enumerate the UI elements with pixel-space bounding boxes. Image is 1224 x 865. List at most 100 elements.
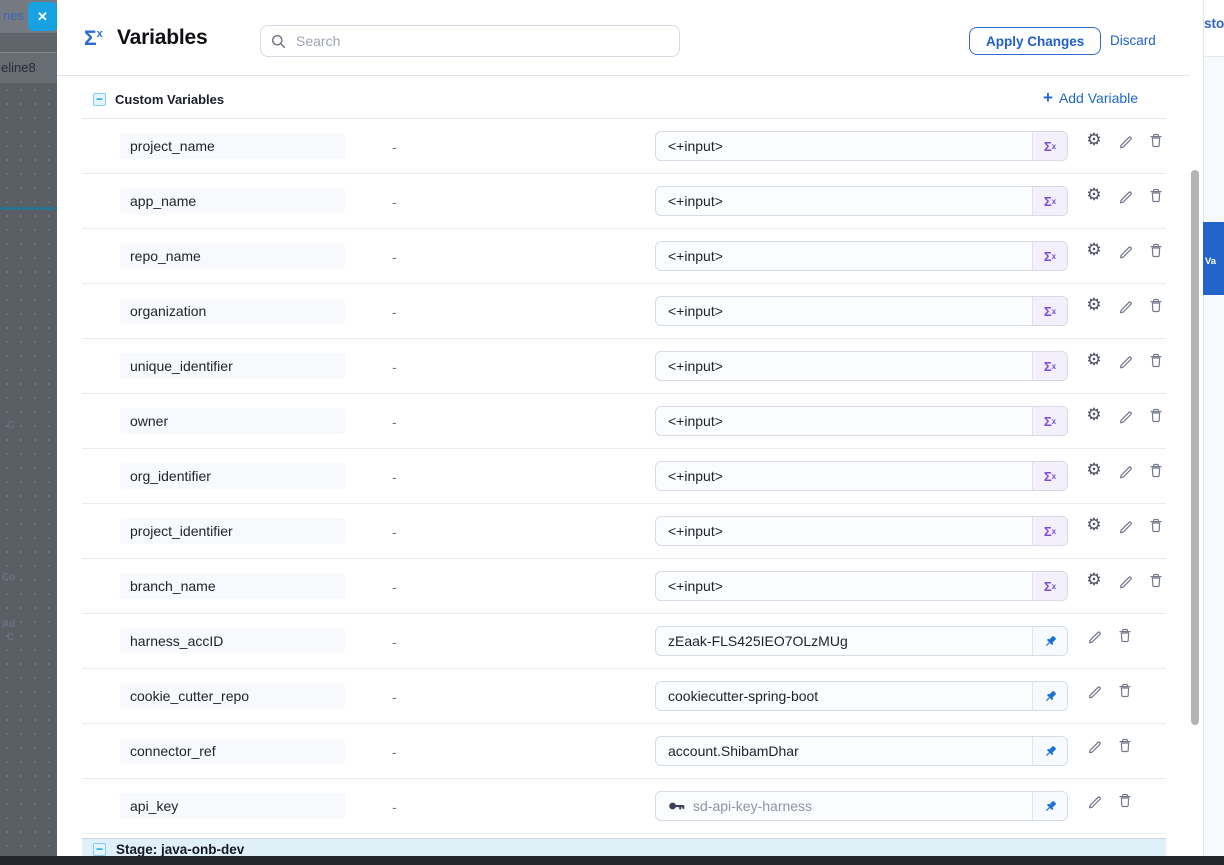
search-input[interactable] [294, 32, 679, 50]
collapse-stage-icon[interactable]: − [93, 843, 106, 856]
discard-button[interactable]: Discard [1110, 33, 1156, 48]
edit-pencil-icon[interactable] [1085, 626, 1103, 644]
variable-value-field[interactable]: <+input> Σx [655, 186, 1068, 216]
variable-value-field[interactable]: <+input> Σx [655, 406, 1068, 436]
delete-trash-icon[interactable] [1147, 351, 1165, 369]
gear-icon[interactable]: ⚙ [1085, 131, 1103, 149]
delete-trash-icon[interactable] [1147, 186, 1165, 204]
variable-name-field[interactable]: cookie_cutter_repo [120, 683, 345, 709]
collapse-section-icon[interactable]: − [93, 93, 106, 106]
delete-trash-icon[interactable] [1147, 516, 1165, 534]
apply-changes-button[interactable]: Apply Changes [969, 27, 1101, 55]
delete-trash-icon[interactable] [1147, 571, 1165, 589]
delete-trash-icon[interactable] [1147, 241, 1165, 259]
backdrop-left: nes ✕ eline8 [0, 0, 57, 865]
runtime-badge[interactable]: Σx [1032, 242, 1067, 270]
variable-type-separator: - [392, 689, 397, 705]
row-actions: ⚙ [1085, 186, 1165, 204]
delete-trash-icon[interactable] [1116, 736, 1134, 754]
variable-name-field[interactable]: app_name [120, 188, 345, 214]
edit-pencil-icon[interactable] [1116, 516, 1134, 534]
plus-icon: + [1043, 91, 1053, 105]
variable-value-field[interactable]: sd-api-key-harness [655, 791, 1068, 821]
variable-name-field[interactable]: branch_name [120, 573, 345, 599]
delete-trash-icon[interactable] [1147, 406, 1165, 424]
edit-pencil-icon[interactable] [1085, 791, 1103, 809]
pin-badge[interactable] [1032, 737, 1067, 765]
variable-value-field[interactable]: <+input> Σx [655, 296, 1068, 326]
variable-type-separator: - [392, 194, 397, 210]
runtime-badge[interactable]: Σx [1032, 187, 1067, 215]
edit-pencil-icon[interactable] [1116, 131, 1134, 149]
delete-trash-icon[interactable] [1147, 296, 1165, 314]
edit-pencil-icon[interactable] [1116, 406, 1134, 424]
variable-value-field[interactable]: <+input> Σx [655, 351, 1068, 381]
delete-trash-icon[interactable] [1116, 791, 1134, 809]
variable-value-field[interactable]: cookiecutter-spring-boot [655, 681, 1068, 711]
delete-trash-icon[interactable] [1116, 626, 1134, 644]
runtime-badge[interactable]: Σx [1032, 572, 1067, 600]
runtime-badge[interactable]: Σx [1032, 462, 1067, 490]
runtime-badge[interactable]: Σx [1032, 407, 1067, 435]
variable-name-field[interactable]: harness_accID [120, 628, 345, 654]
variable-name-field[interactable]: project_identifier [120, 518, 345, 544]
runtime-badge[interactable]: Σx [1032, 297, 1067, 325]
table-row: cookie_cutter_repo - cookiecutter-spring… [82, 669, 1166, 724]
rail-tab-fragment[interactable]: C [7, 632, 14, 643]
pin-badge[interactable] [1032, 682, 1067, 710]
variable-name-field[interactable]: repo_name [120, 243, 345, 269]
variable-value-field[interactable]: <+input> Σx [655, 131, 1068, 161]
variable-name-field[interactable]: project_name [120, 133, 345, 159]
gear-icon[interactable]: ⚙ [1085, 351, 1103, 369]
delete-trash-icon[interactable] [1147, 131, 1165, 149]
pin-badge[interactable] [1032, 792, 1067, 820]
runtime-badge[interactable]: Σx [1032, 132, 1067, 160]
delete-trash-icon[interactable] [1116, 681, 1134, 699]
variable-value-field[interactable]: account.ShibamDhar [655, 736, 1068, 766]
variable-name-field[interactable]: api_key [120, 793, 345, 819]
edit-pencil-icon[interactable] [1116, 571, 1134, 589]
variable-name-field[interactable]: unique_identifier [120, 353, 345, 379]
variable-name-field[interactable]: connector_ref [120, 738, 345, 764]
close-drawer-button[interactable]: ✕ [28, 2, 57, 31]
rail-tab-fragment[interactable]: Ad [2, 619, 15, 630]
runtime-badge[interactable]: Σx [1032, 352, 1067, 380]
gear-icon[interactable]: ⚙ [1085, 571, 1103, 589]
variable-name-field[interactable]: organization [120, 298, 345, 324]
variable-value-field[interactable]: <+input> Σx [655, 516, 1068, 546]
variable-value-field[interactable]: <+input> Σx [655, 571, 1068, 601]
variable-name-field[interactable]: owner [120, 408, 345, 434]
pin-badge[interactable] [1032, 627, 1067, 655]
rail-tab-fragment[interactable]: Co [2, 572, 15, 583]
gear-icon[interactable]: ⚙ [1085, 516, 1103, 534]
rail-tab-fragment[interactable]: C [7, 420, 14, 431]
edit-pencil-icon[interactable] [1116, 351, 1134, 369]
gear-icon[interactable]: ⚙ [1085, 296, 1103, 314]
gear-icon[interactable]: ⚙ [1085, 241, 1103, 259]
edit-pencil-icon[interactable] [1085, 736, 1103, 754]
search-box[interactable] [260, 25, 680, 57]
variable-value-field[interactable]: <+input> Σx [655, 241, 1068, 271]
runtime-badge[interactable]: Σx [1032, 517, 1067, 545]
gear-icon[interactable]: ⚙ [1085, 406, 1103, 424]
row-actions: ⚙ [1085, 296, 1165, 314]
edit-pencil-icon[interactable] [1116, 186, 1134, 204]
variable-value-field[interactable]: zEaak-FLS425IEO7OLzMUg [655, 626, 1068, 656]
variable-type-separator: - [392, 579, 397, 595]
variable-value-field[interactable]: <+input> Σx [655, 461, 1068, 491]
edit-pencil-icon[interactable] [1116, 461, 1134, 479]
gear-icon[interactable]: ⚙ [1085, 461, 1103, 479]
variable-name-field[interactable]: org_identifier [120, 463, 345, 489]
edit-pencil-icon[interactable] [1116, 241, 1134, 259]
stage-section-title: Stage: java-onb-dev [116, 842, 244, 857]
edit-pencil-icon[interactable] [1116, 296, 1134, 314]
gear-icon[interactable]: ⚙ [1085, 186, 1103, 204]
edit-pencil-icon[interactable] [1085, 681, 1103, 699]
add-variable-button[interactable]: + Add Variable [1043, 90, 1138, 106]
variable-value: <+input> [656, 248, 1032, 264]
delete-trash-icon[interactable] [1147, 461, 1165, 479]
vertical-scrollbar[interactable] [1191, 170, 1199, 725]
history-link-fragment[interactable]: stor [1204, 16, 1224, 31]
pin-icon [1043, 634, 1058, 649]
rail-tab-variables-active[interactable]: Va [1203, 222, 1224, 295]
